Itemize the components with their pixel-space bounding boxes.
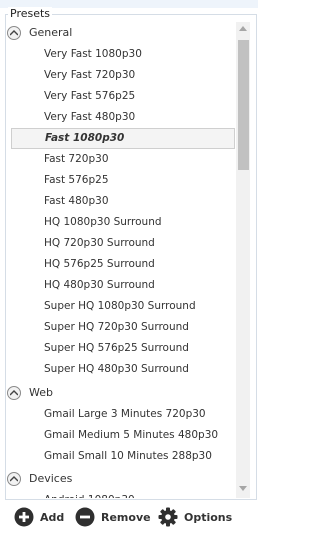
preset-item[interactable]: Super HQ 720p30 Surround	[44, 317, 189, 338]
category-label: Devices	[29, 472, 73, 485]
preset-item[interactable]: Super HQ 480p30 Surround	[44, 359, 189, 380]
remove-label: Remove	[101, 510, 151, 524]
preset-item[interactable]: Super HQ 576p25 Surround	[44, 338, 189, 359]
category-web[interactable]: Web	[6, 384, 237, 404]
preset-item-selected[interactable]: Fast 1080p30	[11, 128, 235, 149]
preset-item[interactable]: Fast 576p25	[44, 170, 109, 191]
preset-item[interactable]: Android 1080p30	[44, 490, 135, 498]
remove-button[interactable]: Remove	[75, 506, 151, 528]
options-button[interactable]: Options	[158, 506, 232, 528]
presets-list[interactable]: General Very Fast 1080p30 Very Fast 720p…	[6, 22, 237, 498]
scroll-thumb[interactable]	[238, 40, 249, 170]
collapse-icon[interactable]	[7, 386, 21, 400]
category-label: Web	[29, 386, 53, 399]
category-general[interactable]: General	[6, 24, 237, 44]
preset-item[interactable]: Fast 480p30	[44, 191, 109, 212]
scroll-up-icon[interactable]	[236, 22, 250, 36]
preset-item[interactable]: Gmail Medium 5 Minutes 480p30	[44, 425, 218, 446]
collapse-icon[interactable]	[7, 26, 21, 40]
preset-item[interactable]: Gmail Large 3 Minutes 720p30	[44, 404, 206, 425]
options-label: Options	[184, 510, 233, 524]
scroll-down-icon[interactable]	[236, 482, 250, 496]
preset-item[interactable]: HQ 720p30 Surround	[44, 233, 155, 254]
category-label: General	[29, 26, 73, 39]
gear-icon	[158, 507, 178, 527]
preset-item[interactable]: Super HQ 1080p30 Surround	[44, 296, 196, 317]
presets-toolbar: Add Remove Options	[0, 500, 258, 534]
preset-item[interactable]: Fast 720p30	[44, 149, 109, 170]
preset-item[interactable]: HQ 480p30 Surround	[44, 275, 155, 296]
presets-window: Presets General Very Fast 1080p30 Very F…	[0, 0, 258, 534]
plus-icon	[14, 507, 34, 527]
add-label: Add	[40, 510, 65, 524]
preset-item[interactable]: Very Fast 1080p30	[44, 44, 142, 65]
preset-item[interactable]: Very Fast 720p30	[44, 65, 135, 86]
preset-item[interactable]: Gmail Small 10 Minutes 288p30	[44, 446, 212, 467]
category-devices[interactable]: Devices	[6, 470, 237, 490]
preset-item[interactable]: HQ 1080p30 Surround	[44, 212, 162, 233]
vertical-scrollbar[interactable]	[236, 22, 250, 498]
preset-item[interactable]: Very Fast 480p30	[44, 107, 135, 128]
add-button[interactable]: Add	[14, 506, 64, 528]
minus-icon	[75, 507, 95, 527]
preset-item[interactable]: Very Fast 576p25	[44, 86, 135, 107]
preset-item[interactable]: HQ 576p25 Surround	[44, 254, 155, 275]
presets-title: Presets	[8, 7, 53, 21]
collapse-icon[interactable]	[7, 472, 21, 486]
